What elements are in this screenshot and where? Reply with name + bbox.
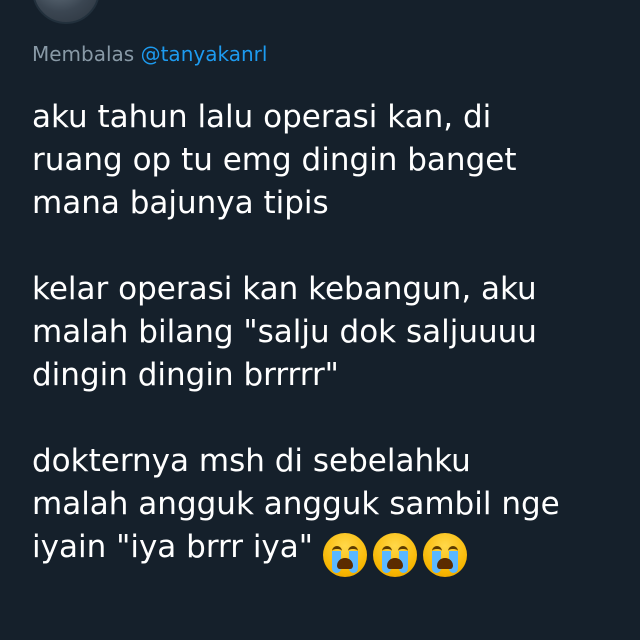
loudly-crying-face-icon (323, 532, 368, 577)
tweet-paragraph: aku tahun lalu operasi kan, di ruang op … (32, 99, 517, 221)
tweet-paragraph-text: dokternya msh di sebelahku malah angguk … (32, 443, 560, 565)
loudly-crying-face-icon (423, 532, 468, 577)
reply-context: Membalas @tanyakanrl (32, 40, 267, 68)
loudly-crying-face-icon (373, 532, 418, 577)
tweet-paragraph: kelar operasi kan kebangun, aku malah bi… (32, 271, 537, 393)
emoji-group (323, 532, 473, 577)
tweet-text: aku tahun lalu operasi kan, di ruang op … (32, 96, 622, 577)
reply-prefix: Membalas (32, 42, 135, 66)
avatar[interactable] (32, 0, 100, 24)
reply-handle-link[interactable]: @tanyakanrl (141, 42, 268, 66)
tweet-paragraph-last: dokternya msh di sebelahku malah angguk … (32, 440, 622, 577)
